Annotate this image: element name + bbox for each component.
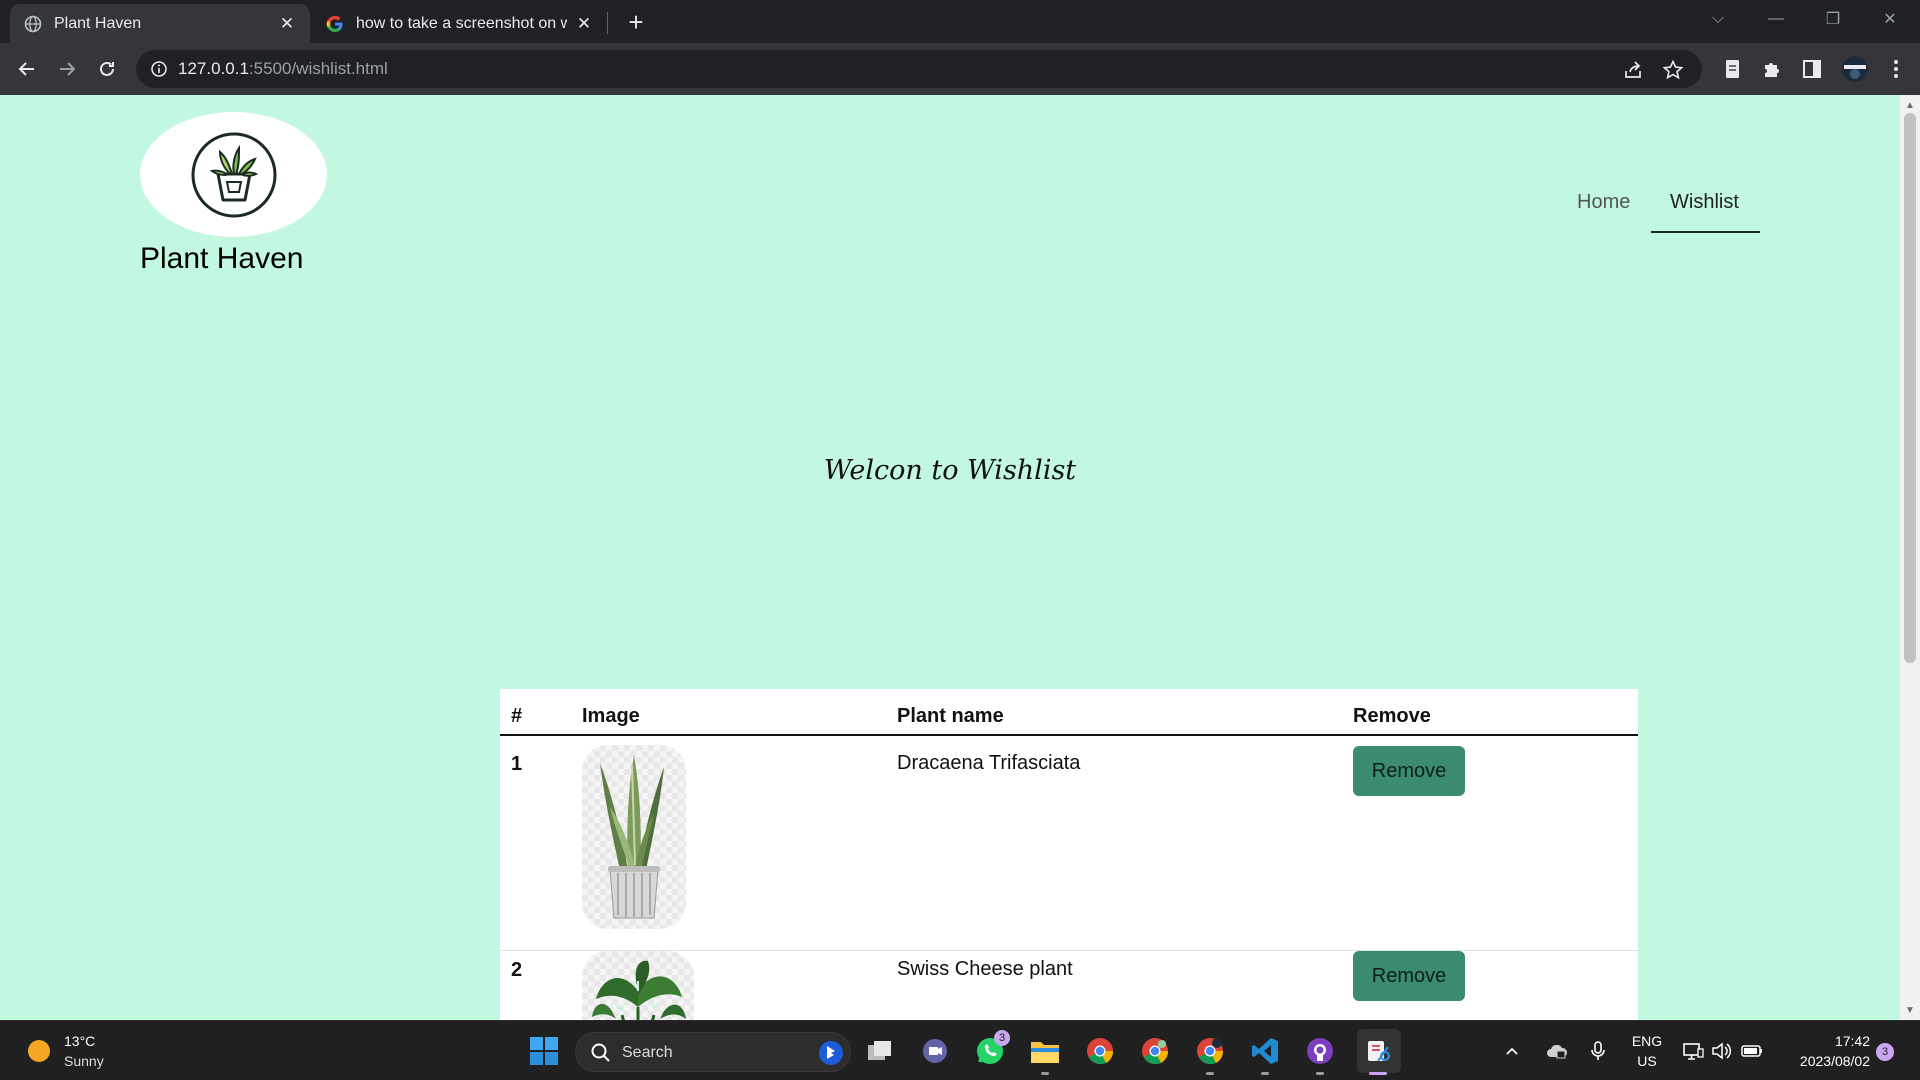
- tab-plant-haven[interactable]: Plant Haven ✕: [10, 4, 310, 43]
- weather-temperature[interactable]: 13°C: [64, 1033, 95, 1049]
- running-indicator: [1041, 1072, 1049, 1075]
- tab-google-search[interactable]: how to take a screenshot on wind ✕: [312, 4, 607, 43]
- address-bar[interactable]: 127.0.0.1:5500/wishlist.html: [136, 50, 1702, 88]
- table-header-divider: [500, 734, 1638, 736]
- header-image: Image: [582, 705, 640, 727]
- google-icon: [326, 15, 344, 33]
- language-indicator[interactable]: ENG: [1628, 1033, 1666, 1049]
- wishlist-table: # Image Plant name Remove 1 Dracaena Tri…: [500, 689, 1638, 1020]
- url-host: 127.0.0.1: [178, 59, 249, 78]
- site-info-icon[interactable]: [150, 60, 168, 78]
- browser-tab-bar: Plant Haven ✕ how to take a screenshot o…: [0, 0, 1920, 43]
- bookmark-star-icon[interactable]: [1662, 59, 1684, 81]
- reading-list-icon[interactable]: [1720, 57, 1744, 81]
- side-panel-icon[interactable]: [1800, 57, 1824, 81]
- new-tab-plus-icon[interactable]: +: [622, 7, 650, 37]
- running-indicator: [1206, 1072, 1214, 1075]
- header-plant-name: Plant name: [897, 705, 1004, 727]
- brand-name: Plant Haven: [140, 242, 304, 275]
- teams-chat-icon[interactable]: [917, 1033, 953, 1069]
- nav-wishlist-link[interactable]: Wishlist: [1670, 191, 1739, 214]
- active-nav-underline: [1651, 231, 1760, 233]
- snake-plant-image: [582, 745, 686, 929]
- chrome-icon[interactable]: [1082, 1033, 1118, 1069]
- github-desktop-icon[interactable]: [1302, 1033, 1338, 1069]
- keyboard-layout[interactable]: US: [1628, 1053, 1666, 1069]
- vscode-icon[interactable]: [1247, 1033, 1283, 1069]
- header-remove: Remove: [1353, 705, 1431, 727]
- network-display-icon[interactable]: [1680, 1033, 1706, 1069]
- globe-icon: [24, 15, 42, 33]
- scroll-up-arrow-icon[interactable]: ▲: [1900, 97, 1920, 113]
- site-logo[interactable]: [140, 112, 327, 237]
- tab-close-icon[interactable]: ✕: [278, 14, 296, 33]
- running-indicator: [1261, 1072, 1269, 1075]
- onedrive-cloud-icon[interactable]: [1543, 1033, 1571, 1069]
- url-path: :5500/wishlist.html: [248, 59, 388, 78]
- remove-button[interactable]: Remove: [1353, 746, 1465, 796]
- search-label: Search: [622, 1044, 673, 1061]
- forward-arrow-icon[interactable]: [51, 53, 83, 85]
- tab-title: how to take a screenshot on wind: [356, 14, 567, 32]
- header-number: #: [511, 705, 523, 727]
- snipping-tool-icon[interactable]: [1357, 1029, 1401, 1073]
- file-explorer-icon[interactable]: [1027, 1033, 1063, 1069]
- task-view-icon[interactable]: [862, 1033, 898, 1069]
- page-title: Welcon to Wishlist: [823, 455, 1077, 486]
- running-indicator: [1316, 1072, 1324, 1075]
- page-scrollbar[interactable]: ▲ ▼: [1900, 95, 1920, 1020]
- nav-home-link[interactable]: Home: [1577, 191, 1630, 214]
- chrome-profile-icon[interactable]: [1137, 1033, 1173, 1069]
- potted-plant-logo-icon: [191, 132, 276, 217]
- chrome-active-icon[interactable]: [1192, 1033, 1228, 1069]
- browser-menu-kebab-icon[interactable]: [1884, 57, 1908, 81]
- bing-icon[interactable]: [818, 1040, 844, 1071]
- microphone-icon[interactable]: [1586, 1033, 1610, 1069]
- tab-close-icon[interactable]: ✕: [575, 14, 593, 33]
- windows-start-icon[interactable]: [526, 1033, 562, 1069]
- windows-taskbar: 13°C Sunny Search 3 ENG US 17:42 2023/08…: [0, 1020, 1920, 1080]
- notification-badge[interactable]: 3: [1876, 1043, 1894, 1061]
- restore-icon[interactable]: ❐: [1805, 0, 1861, 38]
- row-number: 1: [511, 753, 523, 775]
- page-viewport: Plant Haven Home Wishlist Welcon to Wish…: [0, 95, 1920, 1020]
- tab-separator: [607, 12, 608, 34]
- tab-title: Plant Haven: [54, 14, 142, 32]
- tab-search-chevron-icon[interactable]: ⌵: [1690, 0, 1746, 38]
- volume-icon[interactable]: [1708, 1033, 1734, 1069]
- weather-condition[interactable]: Sunny: [64, 1053, 104, 1069]
- plant-name: Dracaena Trifasciata: [897, 752, 1081, 774]
- extensions-puzzle-icon[interactable]: [1760, 57, 1784, 81]
- browser-toolbar: 127.0.0.1:5500/wishlist.html: [0, 43, 1920, 95]
- weather-sun-icon[interactable]: [28, 1040, 50, 1062]
- remove-button[interactable]: Remove: [1353, 951, 1465, 1001]
- tray-overflow-chevron-icon[interactable]: [1500, 1033, 1524, 1069]
- close-window-icon[interactable]: ✕: [1862, 0, 1918, 38]
- reload-icon[interactable]: [91, 53, 123, 85]
- scroll-down-arrow-icon[interactable]: ▼: [1900, 1002, 1920, 1018]
- back-arrow-icon[interactable]: [11, 53, 43, 85]
- active-app-indicator: [1369, 1072, 1387, 1075]
- search-icon: [590, 1042, 612, 1069]
- swiss-cheese-plant-image: [582, 951, 694, 1020]
- taskbar-search[interactable]: Search: [575, 1032, 851, 1072]
- clock-date[interactable]: 2023/08/02: [1776, 1053, 1870, 1069]
- battery-charging-icon[interactable]: [1738, 1033, 1766, 1069]
- share-icon[interactable]: [1622, 59, 1644, 81]
- profile-avatar[interactable]: [1840, 54, 1870, 84]
- clock-time[interactable]: 17:42: [1776, 1033, 1870, 1049]
- row-number: 2: [511, 959, 523, 981]
- whatsapp-badge: 3: [994, 1030, 1010, 1046]
- minimize-icon[interactable]: ―: [1748, 0, 1804, 38]
- plant-name: Swiss Cheese plant: [897, 958, 1073, 980]
- address-url: 127.0.0.1:5500/wishlist.html: [178, 50, 388, 88]
- scroll-thumb[interactable]: [1904, 113, 1916, 663]
